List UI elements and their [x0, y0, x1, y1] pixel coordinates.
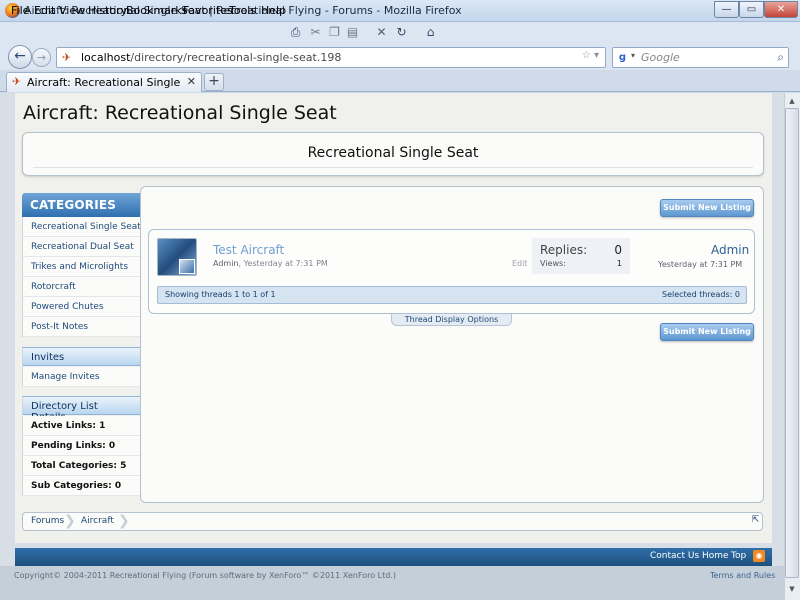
replies-value: 0	[614, 243, 622, 257]
site-favicon-icon: ✈	[62, 51, 72, 64]
sidebar-item-category[interactable]: Trikes and Microlights	[23, 257, 140, 277]
menu-help[interactable]: Help	[261, 4, 286, 17]
divider	[33, 167, 753, 168]
search-icon[interactable]: ⌕	[777, 50, 784, 65]
forward-button[interactable]: →	[32, 48, 51, 67]
thread-date: Yesterday at 7:31 PM	[243, 259, 328, 268]
last-poster-link[interactable]: Admin	[711, 243, 749, 257]
breadcrumb-item-forums[interactable]: Forums	[31, 516, 64, 526]
replies-label: Replies:	[540, 243, 588, 257]
home-icon[interactable]: ⌂	[423, 25, 438, 39]
search-box[interactable]: g ▾ Google ⌕	[612, 47, 789, 68]
scroll-down-icon[interactable]: ▼	[785, 582, 799, 596]
sidebar-item-category[interactable]: Recreational Dual Seat	[23, 237, 140, 257]
sidebar-item-category[interactable]: Post-It Notes	[23, 317, 140, 337]
thread-thumbnail[interactable]	[157, 238, 197, 276]
thread-display-options-tab[interactable]: Thread Display Options	[391, 314, 512, 326]
views-label: Views:	[540, 259, 566, 268]
views-value: 1	[616, 259, 622, 268]
menu-history[interactable]: History	[88, 4, 127, 17]
tab-active[interactable]: ✈ Aircraft: Recreational Single Seat | R…	[6, 72, 202, 92]
thread-author[interactable]: Admin	[213, 259, 239, 268]
stat-total-categories: Total Categories: 5	[23, 456, 140, 476]
reload-icon[interactable]: ↻	[394, 25, 409, 39]
rss-icon[interactable]: ◉	[753, 550, 765, 562]
copy-icon[interactable]: ❐	[327, 25, 342, 39]
stat-active-links: Active Links: 1	[23, 416, 140, 436]
sidebar-item-category[interactable]: Recreational Single Seat	[23, 217, 141, 237]
jump-to-icon[interactable]: ⇱	[750, 515, 761, 526]
scrollbar-thumb[interactable]	[785, 108, 799, 578]
search-engine-dropdown-icon[interactable]: ▾	[631, 51, 635, 60]
close-window-button[interactable]: ✕	[764, 1, 798, 18]
showing-threads-text: Showing threads 1 to 1 of 1	[165, 290, 276, 299]
selected-threads-text[interactable]: Selected threads: 0	[662, 290, 740, 299]
footer-contact-link[interactable]: Contact Us	[650, 551, 699, 561]
menu-tools[interactable]: Tools	[229, 4, 256, 17]
tab-label: Aircraft: Recreational Single Seat | Rec…	[27, 76, 182, 89]
menu-file[interactable]: File	[11, 4, 29, 17]
breadcrumb-separator-icon: ❯	[118, 513, 130, 529]
sidebar-item-category[interactable]: Rotorcraft	[23, 277, 140, 297]
url-dropdown-star-icon[interactable]: ☆ ▾	[582, 50, 599, 61]
minimize-button[interactable]: —	[714, 1, 739, 18]
submit-new-listing-button[interactable]: Submit New Listing	[660, 199, 754, 217]
stat-pending-links: Pending Links: 0	[23, 436, 140, 456]
search-placeholder: Google	[641, 51, 680, 64]
google-icon[interactable]: g	[616, 51, 629, 64]
url-bar[interactable]: ✈ localhost/directory/recreational-singl…	[56, 47, 606, 68]
thread-thumbnail-overlay	[179, 259, 195, 274]
new-tab-button[interactable]: +	[204, 73, 224, 91]
terms-link[interactable]: Terms and Rules	[710, 571, 775, 580]
sidebar-item-category[interactable]: Powered Chutes	[23, 297, 140, 317]
scroll-up-icon[interactable]: ▲	[785, 94, 799, 108]
url-text[interactable]: localhost/directory/recreational-single-…	[81, 51, 341, 64]
tab-close-icon[interactable]: ✕	[187, 75, 196, 88]
thread-title-link[interactable]: Test Aircraft	[213, 243, 284, 257]
directory-stats-list: Active Links: 1 Pending Links: 0 Total C…	[22, 416, 140, 496]
stop-icon[interactable]: ✕	[374, 25, 389, 39]
menu-view[interactable]: View	[59, 4, 85, 17]
cut-icon[interactable]: ✂	[308, 25, 323, 39]
page-title: Aircraft: Recreational Single Seat	[23, 102, 337, 124]
category-list: Recreational Single Seat Recreational Du…	[22, 217, 141, 337]
menu-bookmarks[interactable]: Bookmarks	[126, 4, 187, 17]
breadcrumb	[22, 512, 763, 531]
menu-favorites[interactable]: Favorites	[183, 4, 233, 17]
invites-list: Manage Invites	[22, 367, 140, 387]
print-icon[interactable]: ⎙	[288, 25, 303, 39]
tab-favicon-icon: ✈	[12, 75, 22, 88]
directory-details-header: Directory List Details	[22, 396, 140, 423]
thread-edit-link[interactable]: Edit	[512, 259, 528, 268]
thread-meta: Admin, Yesterday at 7:31 PM	[213, 259, 328, 268]
stat-sub-categories: Sub Categories: 0	[23, 476, 140, 496]
category-banner: Recreational Single Seat	[22, 132, 764, 176]
menu-edit[interactable]: Edit	[34, 4, 55, 17]
footer-home-link[interactable]: Home	[702, 551, 729, 561]
back-button[interactable]: ←	[8, 45, 32, 69]
footer-top-link[interactable]: Top	[731, 551, 746, 561]
submit-new-listing-button-bottom[interactable]: Submit New Listing	[660, 323, 754, 341]
copyright-text: Copyright© 2004-2011 Recreational Flying…	[14, 571, 396, 580]
paste-icon[interactable]: ▤	[345, 25, 360, 39]
categories-header: CATEGORIES	[22, 193, 140, 217]
invites-header: Invites	[22, 347, 140, 366]
last-post-date[interactable]: Yesterday at 7:31 PM	[658, 260, 742, 269]
maximize-button[interactable]: ▭	[739, 1, 764, 18]
breadcrumb-separator-icon: ❯	[64, 513, 76, 529]
category-banner-title: Recreational Single Seat	[307, 145, 479, 161]
sidebar-item-manage-invites[interactable]: Manage Invites	[23, 367, 140, 387]
breadcrumb-item-aircraft[interactable]: Aircraft	[81, 516, 114, 526]
